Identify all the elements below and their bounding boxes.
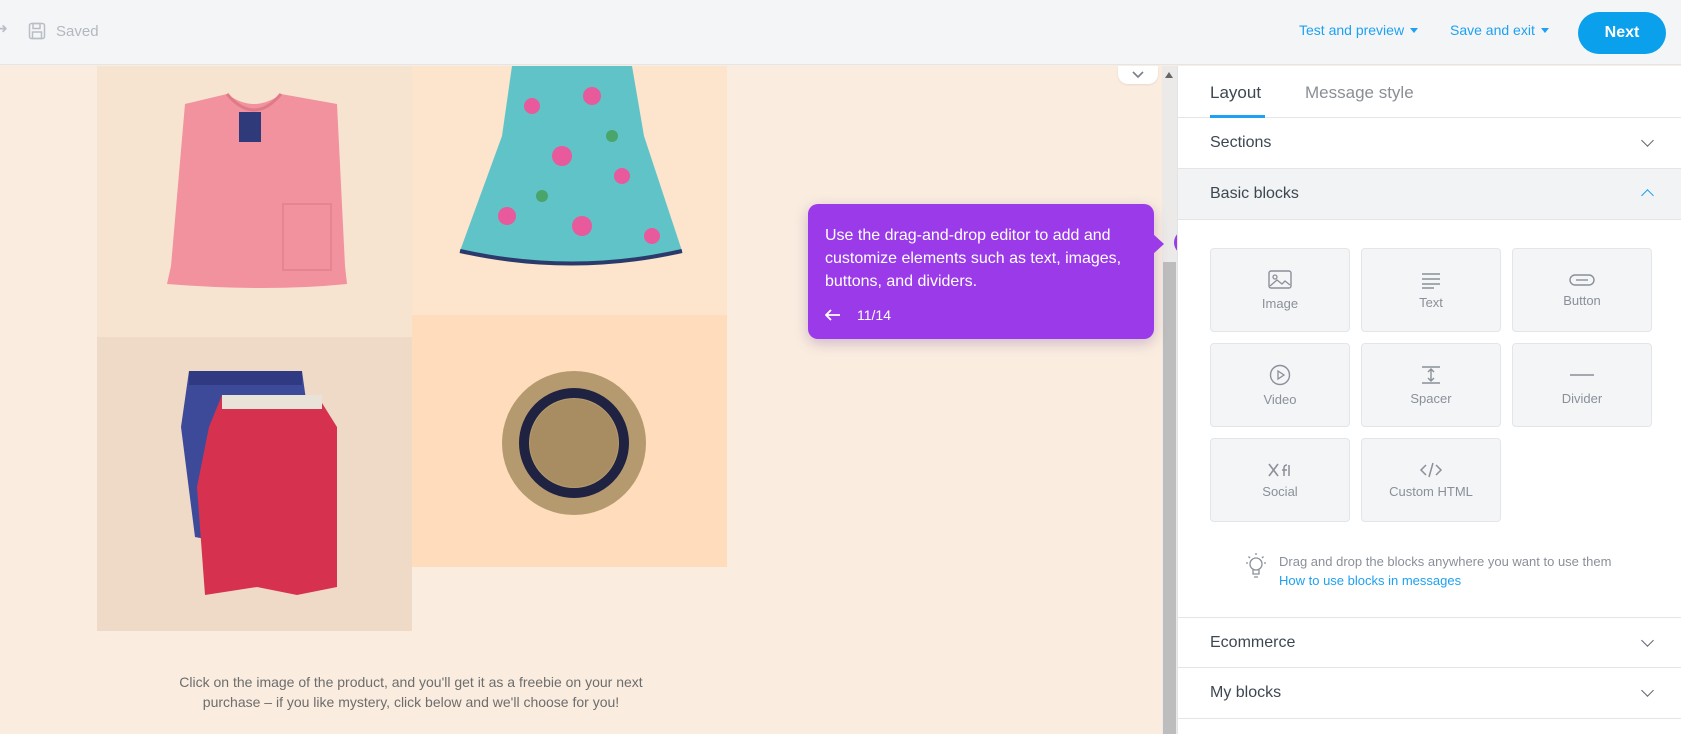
editor-panel: Layout Message style Sections Basic bloc… — [1177, 66, 1681, 734]
sections-label: Sections — [1210, 134, 1272, 151]
hint-text: Drag and drop the blocks anywhere you wa… — [1279, 554, 1612, 569]
chevron-down-icon — [1641, 684, 1654, 697]
accordion-basic-blocks[interactable]: Basic blocks — [1178, 169, 1681, 220]
block-image[interactable]: Image — [1210, 248, 1350, 332]
block-image-label: Image — [1261, 295, 1299, 311]
block-text[interactable]: Text — [1361, 248, 1501, 332]
hint-link[interactable]: How to use blocks in messages — [1279, 571, 1611, 590]
caption-line-1: Click on the image of the product, and y… — [179, 674, 643, 690]
tooltip-text: Use the drag-and-drop editor to add and … — [825, 227, 1122, 290]
saved-status: Saved — [28, 22, 99, 40]
scroll-thumb[interactable] — [1163, 262, 1176, 734]
next-button[interactable]: Next — [1578, 12, 1666, 54]
social-icon — [1268, 463, 1290, 476]
block-video[interactable]: Video — [1210, 343, 1350, 427]
chevron-down-icon — [1641, 634, 1654, 647]
arrow-left-icon[interactable] — [825, 309, 841, 321]
block-button[interactable]: Button — [1512, 248, 1652, 332]
product-image-dress[interactable] — [412, 66, 727, 315]
tooltip-step: 11/14 — [857, 307, 891, 323]
test-preview-label: Test and preview — [1299, 22, 1405, 38]
chevron-down-icon — [1641, 134, 1654, 147]
block-social-label: Social — [1262, 483, 1298, 499]
save-disk-icon — [28, 22, 46, 40]
panel-tabs: Layout Message style — [1178, 66, 1681, 118]
lightbulb-icon — [1246, 553, 1266, 578]
collapse-toggle[interactable] — [1118, 66, 1158, 84]
test-preview-button[interactable]: Test and preview — [1299, 22, 1419, 38]
block-divider[interactable]: Divider — [1512, 343, 1652, 427]
accordion-ecommerce[interactable]: Ecommerce — [1178, 617, 1681, 668]
code-icon — [1419, 462, 1443, 477]
block-video-label: Video — [1263, 391, 1297, 407]
ecommerce-label: Ecommerce — [1210, 633, 1296, 651]
accordion-my-blocks[interactable]: My blocks — [1178, 668, 1681, 719]
save-exit-button[interactable]: Save and exit — [1450, 22, 1549, 38]
canvas-scrollbar[interactable] — [1162, 66, 1177, 734]
tab-layout[interactable]: Layout — [1210, 83, 1261, 103]
image-icon — [1268, 269, 1292, 289]
block-divider-label: Divider — [1561, 390, 1603, 406]
message-canvas: Click on the image of the product, and y… — [0, 66, 1162, 734]
text-icon — [1422, 272, 1440, 289]
basic-blocks-label: Basic blocks — [1210, 185, 1299, 202]
spacer-icon — [1422, 365, 1440, 384]
product-caption: Click on the image of the product, and y… — [150, 672, 672, 712]
button-icon — [1569, 273, 1595, 286]
block-button-label: Button — [1563, 292, 1601, 308]
tab-message-style[interactable]: Message style — [1305, 83, 1414, 103]
chevron-up-icon — [1641, 189, 1654, 202]
product-image-tshirt[interactable] — [97, 66, 412, 337]
my-blocks-label: My blocks — [1210, 684, 1282, 701]
block-text-label: Text — [1419, 294, 1443, 310]
product-image-pants[interactable] — [97, 337, 412, 631]
saved-label: Saved — [56, 22, 99, 40]
accordion-sections[interactable]: Sections — [1178, 118, 1681, 169]
block-spacer-label: Spacer — [1410, 390, 1452, 406]
blocks-hint: Drag and drop the blocks anywhere you wa… — [1243, 552, 1611, 590]
product-image-hat[interactable] — [412, 315, 727, 567]
onboarding-tooltip: Use the drag-and-drop editor to add and … — [808, 204, 1164, 339]
block-custom-html[interactable]: Custom HTML — [1361, 438, 1501, 522]
caption-line-2: purchase – if you like mystery, click be… — [202, 694, 620, 710]
top-toolbar: ➜ Saved Test and preview Save and exit N… — [0, 0, 1681, 65]
block-social[interactable]: Social — [1210, 438, 1350, 522]
block-spacer[interactable]: Spacer — [1361, 343, 1501, 427]
caret-down-icon — [1410, 27, 1419, 33]
scroll-up-arrow-icon[interactable] — [1165, 72, 1173, 78]
chevron-down-icon — [1132, 71, 1144, 79]
save-exit-label: Save and exit — [1450, 22, 1535, 38]
video-icon — [1269, 364, 1291, 385]
redo-arrow-icon[interactable]: ➜ — [0, 20, 8, 37]
divider-icon — [1570, 373, 1594, 376]
caret-down-icon — [1540, 27, 1549, 33]
tooltip-nav: 11/14 — [825, 307, 891, 323]
block-custom-html-label: Custom HTML — [1389, 483, 1473, 499]
